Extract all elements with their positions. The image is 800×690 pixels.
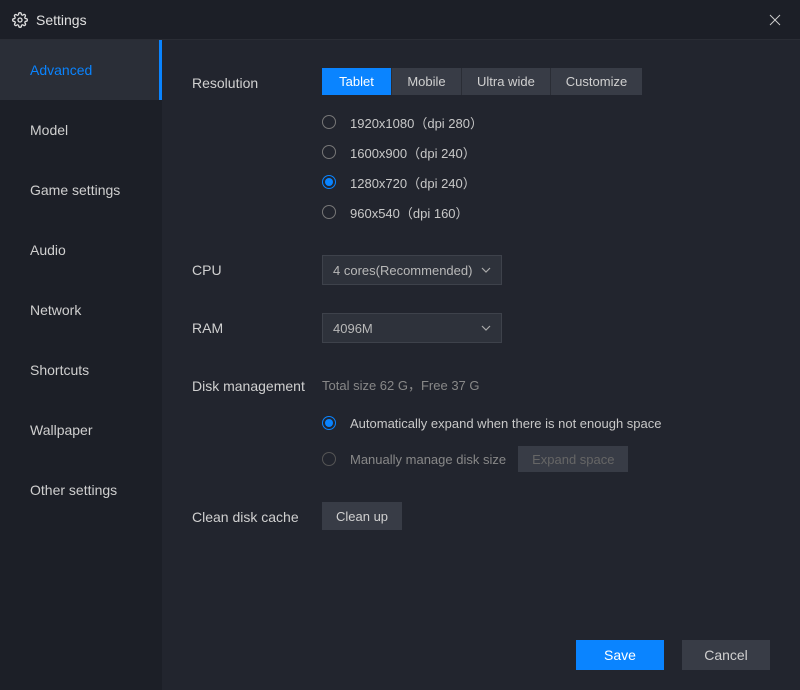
sidebar-item-audio[interactable]: Audio [0,220,162,280]
main-panel: Resolution TabletMobileUltra wideCustomi… [162,40,800,650]
radio-icon [322,205,336,219]
resolution-option[interactable]: 960x540（dpi 160） [322,197,770,227]
clean-up-button[interactable]: Clean up [322,502,402,530]
sidebar-item-wallpaper[interactable]: Wallpaper [0,400,162,460]
expand-space-button: Expand space [518,446,628,472]
radio-icon [322,115,336,129]
ram-value: 4096M [333,321,373,336]
chevron-down-icon [481,321,491,336]
resolution-option-label: 1600x900（dpi 240） [350,143,476,162]
resolution-tab-ultra-wide[interactable]: Ultra wide [462,68,551,95]
radio-icon [322,145,336,159]
resolution-option[interactable]: 1920x1080（dpi 280） [322,107,770,137]
save-button[interactable]: Save [576,640,664,670]
sidebar-item-game-settings[interactable]: Game settings [0,160,162,220]
disk-manual-label: Manually manage disk size [350,452,506,467]
resolution-option[interactable]: 1280x720（dpi 240） [322,167,770,197]
gear-icon [12,12,28,28]
titlebar: Settings [0,0,800,40]
cpu-label: CPU [192,255,322,285]
sidebar-item-network[interactable]: Network [0,280,162,340]
sidebar-item-model[interactable]: Model [0,100,162,160]
disk-label: Disk management [192,371,322,474]
radio-icon [322,416,336,430]
cpu-select[interactable]: 4 cores(Recommended) [322,255,502,285]
sidebar-item-other-settings[interactable]: Other settings [0,460,162,520]
clean-label: Clean disk cache [192,502,322,530]
resolution-option[interactable]: 1600x900（dpi 240） [322,137,770,167]
window-title: Settings [36,12,760,28]
resolution-option-label: 960x540（dpi 160） [350,203,469,222]
disk-info: Total size 62 G，Free 37 G [322,371,770,394]
cpu-value: 4 cores(Recommended) [333,263,472,278]
sidebar-item-advanced[interactable]: Advanced [0,40,162,100]
ram-select[interactable]: 4096M [322,313,502,343]
disk-manual-radio[interactable]: Manually manage disk size Expand space [322,444,770,474]
resolution-tab-customize[interactable]: Customize [551,68,642,95]
cancel-button[interactable]: Cancel [682,640,770,670]
resolution-tab-tablet[interactable]: Tablet [322,68,392,95]
sidebar: AdvancedModelGame settingsAudioNetworkSh… [0,40,162,650]
ram-label: RAM [192,313,322,343]
disk-auto-radio[interactable]: Automatically expand when there is not e… [322,408,770,438]
resolution-label: Resolution [192,68,322,227]
sidebar-item-shortcuts[interactable]: Shortcuts [0,340,162,400]
disk-auto-label: Automatically expand when there is not e… [350,416,661,431]
chevron-down-icon [481,263,491,278]
resolution-tab-mobile[interactable]: Mobile [392,68,462,95]
resolution-option-label: 1280x720（dpi 240） [350,173,476,192]
close-button[interactable] [760,5,790,35]
radio-icon [322,175,336,189]
resolution-tabs: TabletMobileUltra wideCustomize [322,68,770,95]
resolution-option-label: 1920x1080（dpi 280） [350,113,483,132]
footer: Save Cancel [162,650,800,690]
radio-icon [322,452,336,466]
